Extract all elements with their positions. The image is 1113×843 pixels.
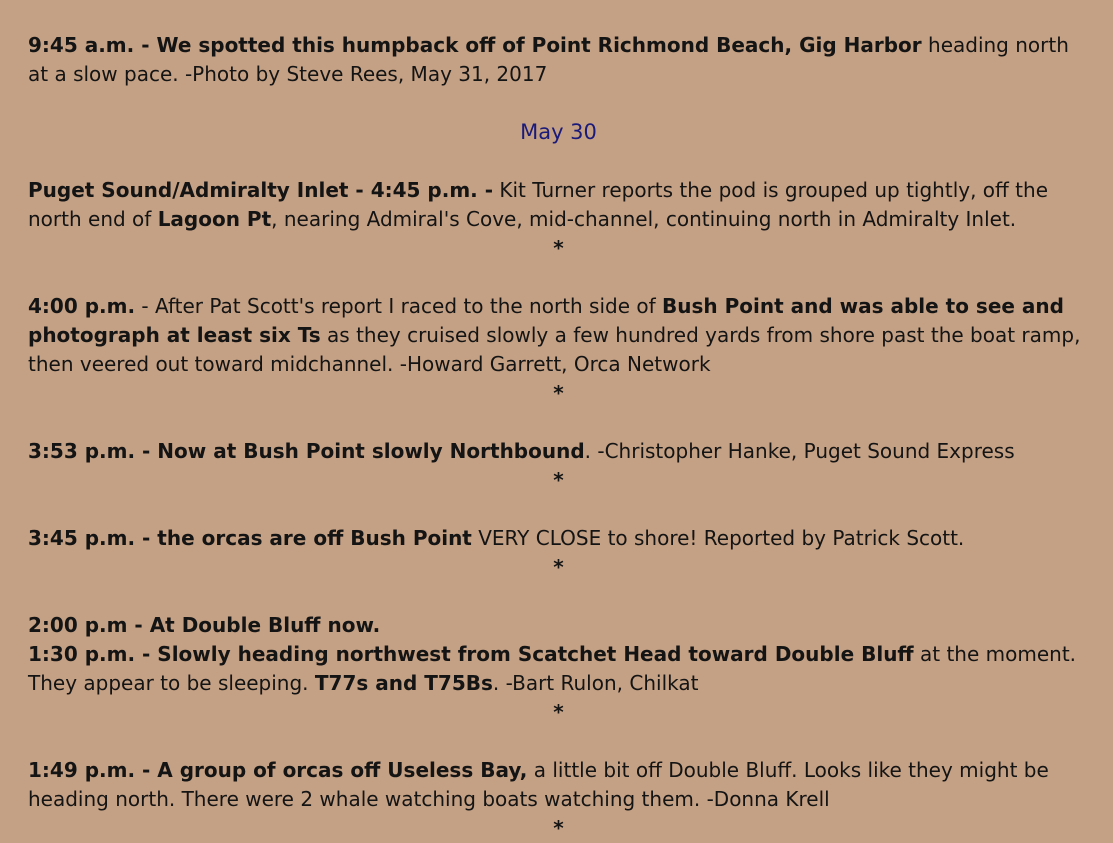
entry-bold-text: 1:30 p.m. - Slowly heading northwest fro… (28, 642, 914, 666)
entry-bold-text: T77s and T75Bs (314, 671, 493, 695)
entry-separator: * (553, 468, 564, 492)
entry-bold-text: Lagoon Pt (157, 207, 272, 231)
entry-separator: * (553, 236, 564, 260)
entry-bold-text: 2:00 p.m - At Double Bluff now. (28, 613, 381, 637)
entry-admiralty-inlet: Puget Sound/Admiralty Inlet - 4:45 p.m. … (28, 176, 1089, 234)
intro-paragraph: 9:45 a.m. - We spotted this humpback off… (28, 31, 1089, 89)
entry-separator: * (553, 381, 564, 405)
entry-bush-point-scott: 3:45 p.m. - the orcas are off Bush Point… (28, 524, 1089, 553)
sighting-report-page: 9:45 a.m. - We spotted this humpback off… (0, 0, 1113, 843)
entry-bold-text: 3:45 p.m. - the orcas are off Bush Point (28, 526, 472, 550)
entry-bush-point-hanke: 3:53 p.m. - Now at Bush Point slowly Nor… (28, 437, 1089, 466)
entry-bold-text: 1:49 p.m. - A group of orcas off Useless… (28, 758, 528, 782)
entry-text: VERY CLOSE to shore! Reported by Patrick… (471, 526, 965, 550)
entry-useless-bay: 1:49 p.m. - A group of orcas off Useless… (28, 756, 1089, 814)
entry-bold-text: 3:53 p.m. - Now at Bush Point slowly Nor… (28, 439, 585, 463)
date-heading: May 30 (520, 120, 597, 144)
entry-text: . -Bart Rulon, Chilkat (492, 671, 699, 695)
entry-text: - After Pat Scott's report I raced to th… (135, 294, 663, 318)
entry-bold-text: 4:00 p.m. (28, 294, 136, 318)
intro-bold-text: 9:45 a.m. - We spotted this humpback off… (28, 33, 922, 57)
entry-separator: * (553, 700, 564, 724)
entry-separator: * (553, 816, 564, 840)
entry-bush-point-garrett: 4:00 p.m. - After Pat Scott's report I r… (28, 292, 1089, 379)
entry-text: . -Christopher Hanke, Puget Sound Expres… (584, 439, 1015, 463)
entry-double-bluff: 2:00 p.m - At Double Bluff now. 1:30 p.m.… (28, 611, 1089, 698)
entry-separator: * (553, 555, 564, 579)
entry-text: , nearing Admiral's Cove, mid-channel, c… (271, 207, 1017, 231)
entry-bold-text: Puget Sound/Admiralty Inlet - 4:45 p.m. … (28, 178, 494, 202)
